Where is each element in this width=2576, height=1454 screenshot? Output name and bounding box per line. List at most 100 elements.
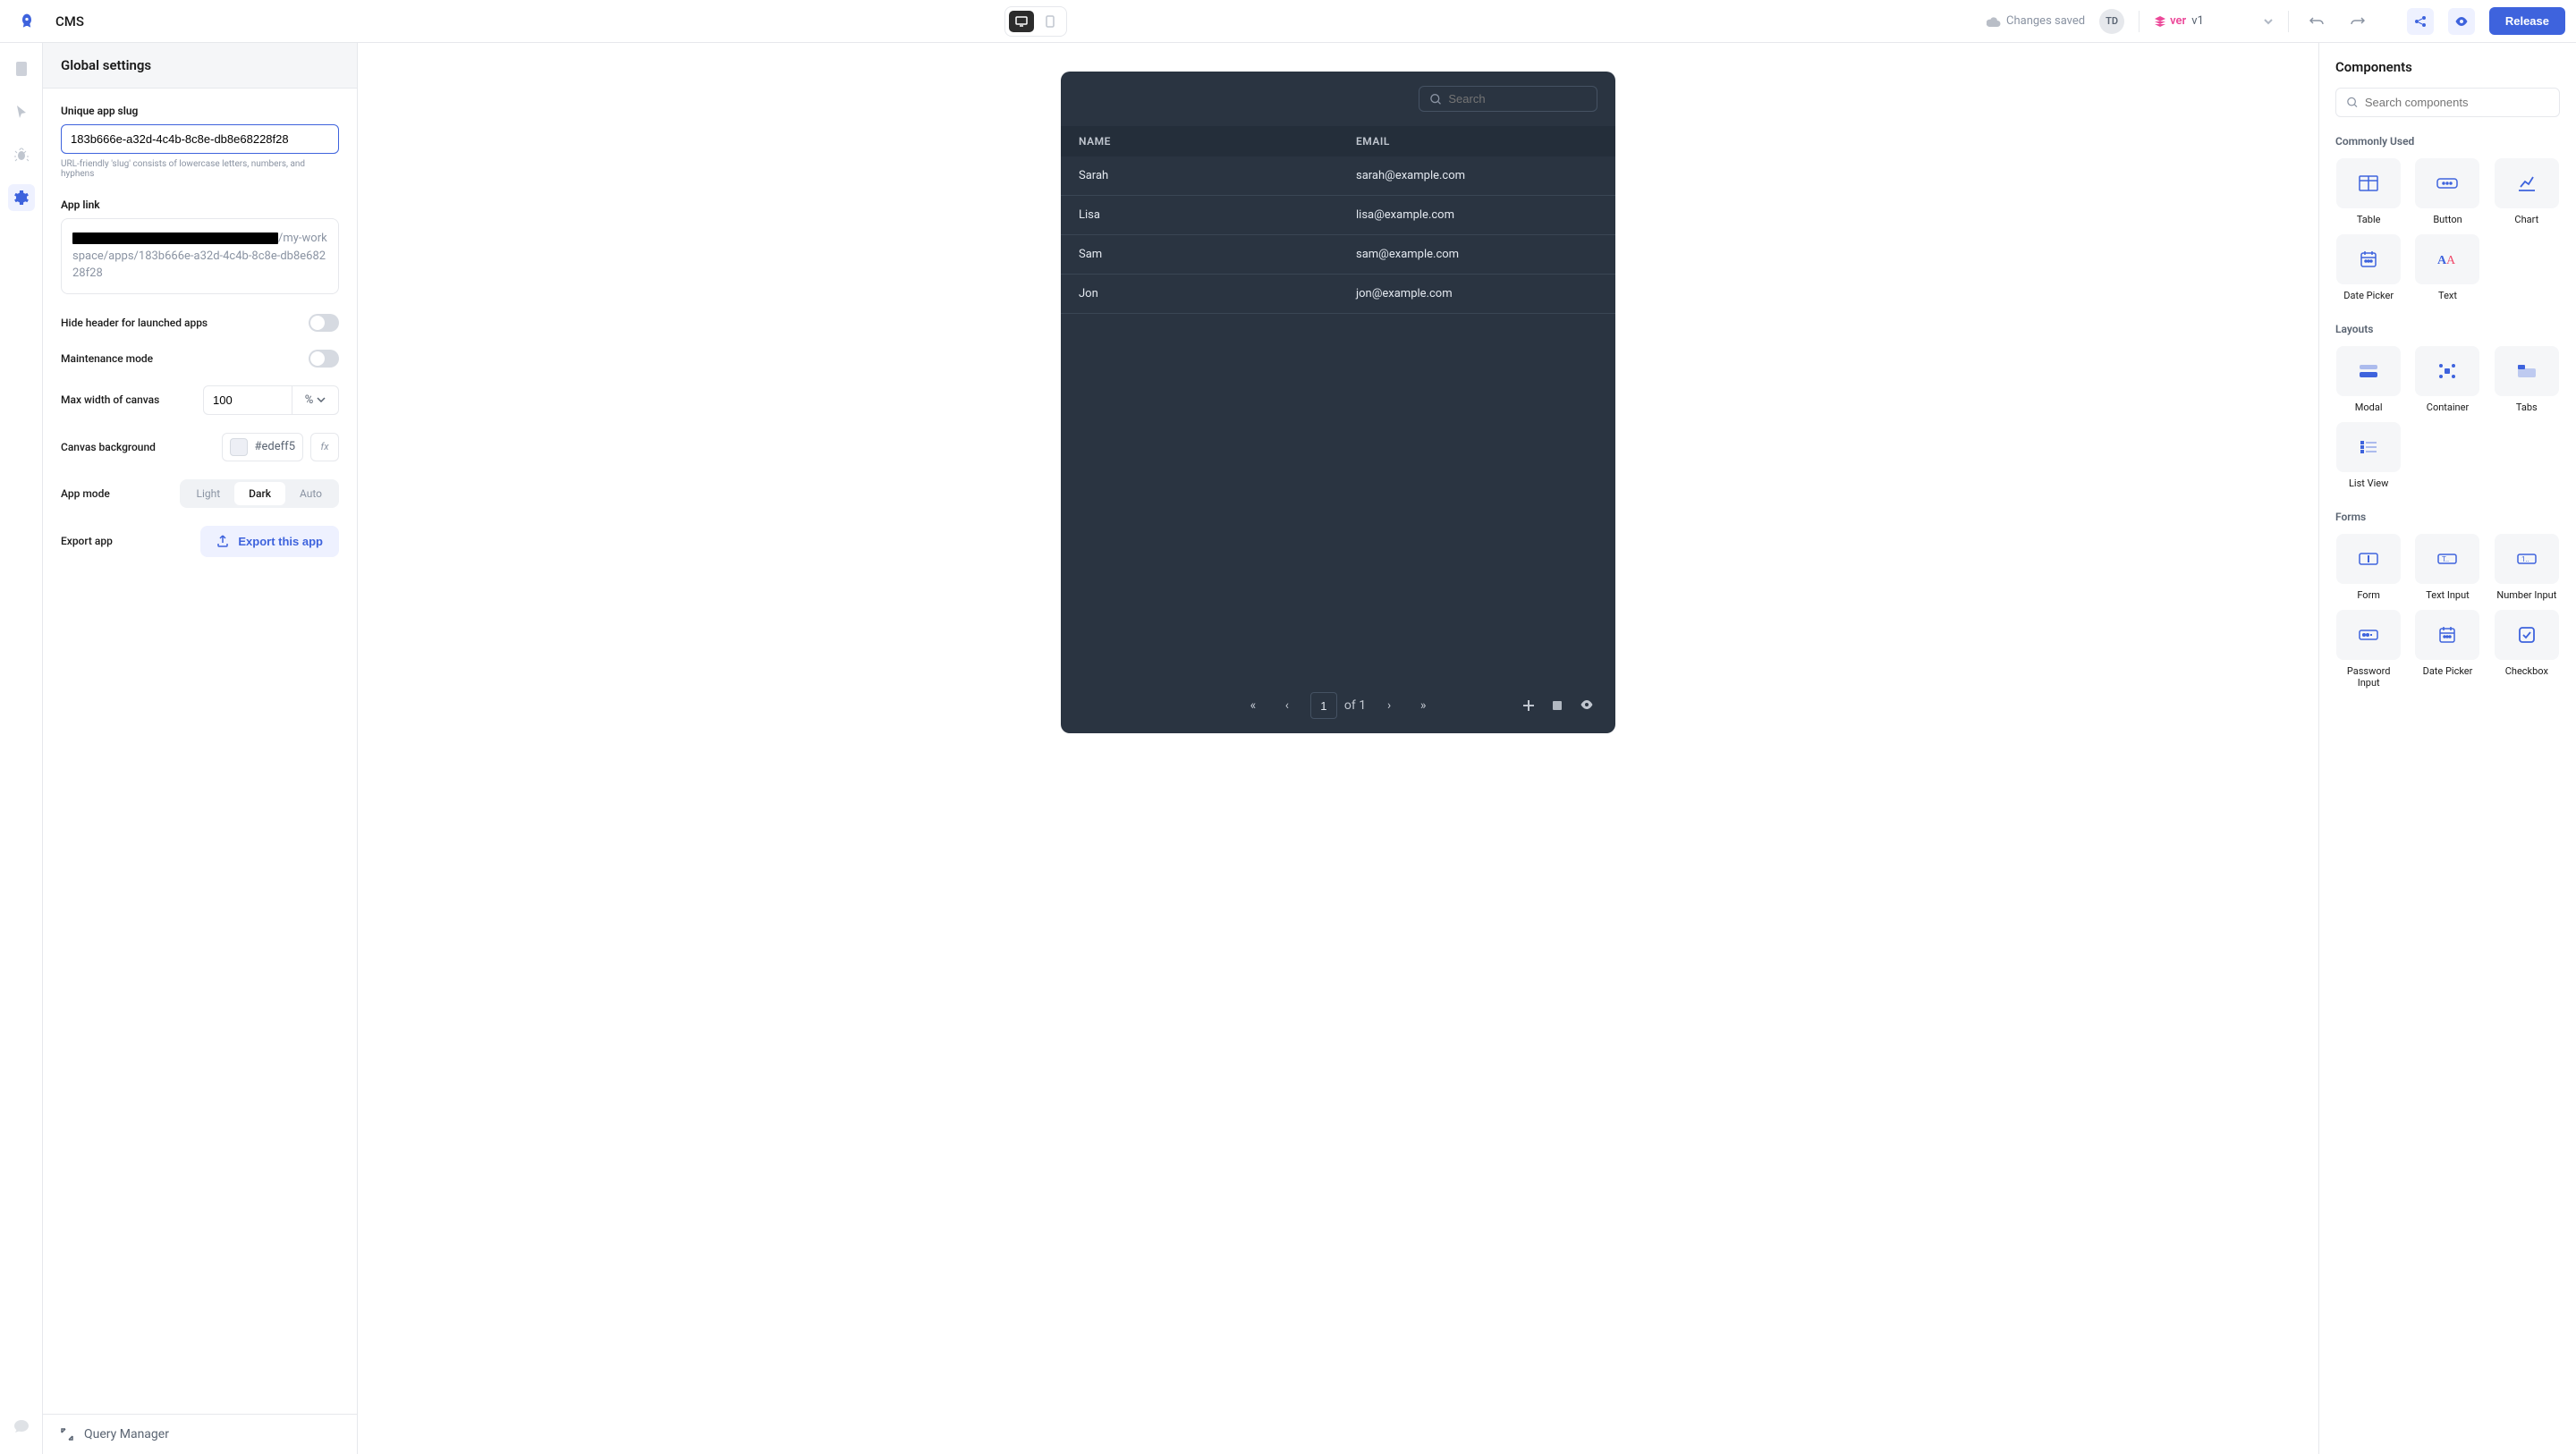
section-forms: Forms: [2335, 511, 2560, 523]
version-selector[interactable]: ver v1: [2154, 14, 2274, 28]
desktop-view-button[interactable]: [1009, 11, 1034, 32]
table-row[interactable]: Sam sam@example.com: [1061, 235, 1615, 275]
release-button[interactable]: Release: [2489, 7, 2565, 35]
slug-help: URL-friendly 'slug' consists of lowercas…: [61, 159, 339, 179]
rail-pages[interactable]: [8, 55, 35, 82]
rail-inspect[interactable]: [8, 98, 35, 125]
hide-header-toggle[interactable]: [309, 314, 339, 332]
color-swatch: [230, 438, 248, 456]
page-last[interactable]: »: [1412, 698, 1434, 713]
link-label: App link: [61, 199, 339, 211]
components-search[interactable]: [2335, 88, 2560, 117]
chat-icon: [13, 1419, 30, 1433]
cursor-icon: [15, 105, 28, 119]
chevron-down-icon: [2263, 18, 2274, 25]
component-form[interactable]: Form: [2335, 534, 2402, 601]
slug-label: Unique app slug: [61, 105, 339, 117]
mode-auto[interactable]: Auto: [285, 482, 336, 505]
max-width-input[interactable]: [203, 385, 292, 415]
undo-button[interactable]: [2303, 8, 2330, 35]
table-search[interactable]: [1419, 86, 1597, 112]
text-icon: AA: [2437, 252, 2457, 266]
query-manager-button[interactable]: Query Manager: [43, 1414, 357, 1454]
rocket-icon: [18, 13, 36, 30]
component-container[interactable]: Container: [2414, 346, 2480, 413]
component-table[interactable]: Table: [2335, 158, 2402, 225]
search-icon: [1430, 93, 1441, 106]
app-name: CMS: [55, 13, 84, 30]
rail-chat[interactable]: [8, 1413, 35, 1440]
table-header: NAME EMAIL: [1061, 126, 1615, 156]
preview-button[interactable]: [2448, 8, 2475, 35]
cloud-icon: [1987, 16, 2001, 27]
table-row[interactable]: Lisa lisa@example.com: [1061, 196, 1615, 235]
page-icon: [14, 61, 29, 77]
component-date-picker[interactable]: Date Picker: [2335, 234, 2402, 301]
mode-light[interactable]: Light: [182, 482, 235, 505]
component-tabs[interactable]: Tabs: [2494, 346, 2560, 413]
fx-button[interactable]: fx: [310, 433, 339, 461]
search-icon: [2347, 97, 2358, 108]
redo-button[interactable]: [2344, 8, 2371, 35]
mobile-icon: [1046, 15, 1055, 28]
unit-select[interactable]: %: [292, 385, 339, 415]
mode-segment: Light Dark Auto: [180, 479, 340, 508]
component-date-picker-form[interactable]: Date Picker: [2414, 610, 2480, 689]
save-status: Changes saved: [1987, 14, 2085, 28]
bg-color-input[interactable]: #edeff5: [222, 433, 303, 461]
desktop-icon: [1015, 16, 1028, 27]
modal-icon: [2359, 364, 2378, 378]
app-launcher[interactable]: [11, 13, 43, 30]
app-canvas: NAME EMAIL Sarah sarah@example.com Lisa …: [1061, 72, 1615, 733]
component-chart[interactable]: Chart: [2494, 158, 2560, 225]
component-text[interactable]: AAText: [2414, 234, 2480, 301]
layers-icon: [2154, 15, 2166, 28]
rail-settings[interactable]: [8, 184, 35, 211]
mobile-view-button[interactable]: [1038, 11, 1063, 32]
maintenance-label: Maintenance mode: [61, 352, 153, 365]
page-prev[interactable]: ‹: [1276, 698, 1298, 713]
mode-dark[interactable]: Dark: [234, 482, 285, 505]
plus-icon: [1522, 699, 1535, 712]
mode-label: App mode: [61, 487, 110, 500]
table-row[interactable]: Sarah sarah@example.com: [1061, 156, 1615, 196]
component-password-input[interactable]: Password Input: [2335, 610, 2402, 689]
page-next[interactable]: ›: [1378, 698, 1400, 713]
export-label: Export app: [61, 535, 113, 547]
device-toggle: [1004, 6, 1067, 37]
page-first[interactable]: «: [1242, 698, 1264, 713]
component-modal[interactable]: Modal: [2335, 346, 2402, 413]
download-icon: [1551, 699, 1563, 712]
bg-label: Canvas background: [61, 441, 156, 453]
visibility-button[interactable]: [1580, 699, 1594, 712]
table-icon: [2359, 175, 2378, 191]
component-list-view[interactable]: List View: [2335, 422, 2402, 489]
calendar-icon: [2360, 250, 2377, 268]
maintenance-toggle[interactable]: [309, 350, 339, 368]
svg-text:A: A: [2446, 254, 2456, 266]
redo-icon: [2351, 16, 2365, 27]
text-input-icon: T..: [2437, 554, 2457, 564]
share-button[interactable]: [2407, 8, 2434, 35]
password-icon: [2359, 630, 2378, 640]
component-checkbox[interactable]: Checkbox: [2494, 610, 2560, 689]
col-name: NAME: [1061, 135, 1338, 148]
number-input-icon: 1..: [2517, 554, 2537, 564]
export-button[interactable]: Export this app: [200, 526, 339, 557]
add-row-button[interactable]: [1522, 699, 1535, 712]
hide-header-label: Hide header for launched apps: [61, 317, 208, 329]
slug-input[interactable]: [61, 124, 339, 154]
rail-debug[interactable]: [8, 141, 35, 168]
svg-text:T..: T..: [2442, 555, 2449, 563]
app-link-box: /my-workspace/apps/183b666e-a32d-4c4b-8c…: [61, 218, 339, 294]
component-button[interactable]: Button: [2414, 158, 2480, 225]
user-avatar[interactable]: TD: [2099, 9, 2124, 34]
table-row[interactable]: Jon jon@example.com: [1061, 275, 1615, 314]
component-number-input[interactable]: 1..Number Input: [2494, 534, 2560, 601]
page-input[interactable]: [1310, 692, 1337, 719]
download-button[interactable]: [1551, 699, 1563, 712]
container-icon: [2438, 363, 2456, 379]
section-common: Commonly Used: [2335, 135, 2560, 148]
component-text-input[interactable]: T..Text Input: [2414, 534, 2480, 601]
components-title: Components: [2335, 59, 2560, 75]
